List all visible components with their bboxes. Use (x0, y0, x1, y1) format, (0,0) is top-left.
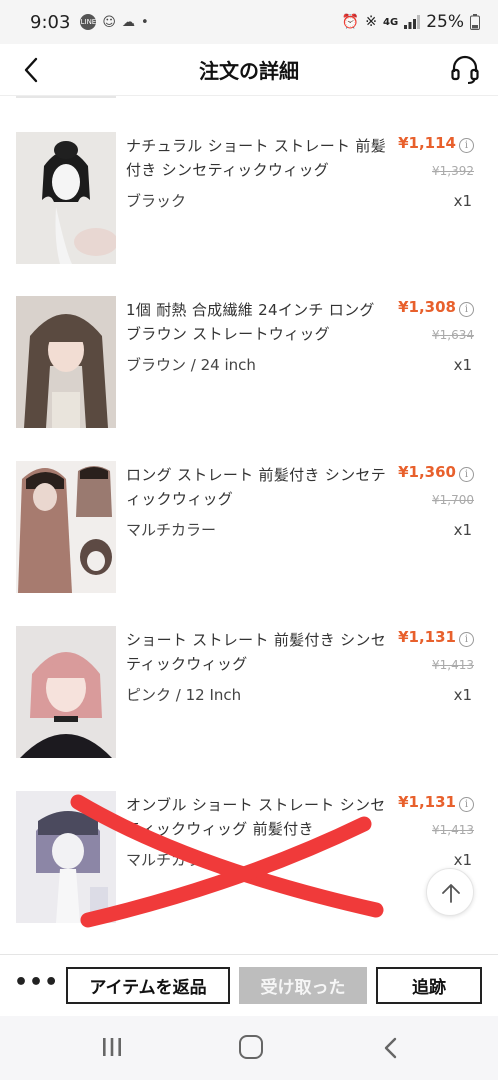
item-variant: マルチカラー (126, 521, 217, 539)
system-icons: ⏰ ※ 4G 25% (342, 12, 480, 32)
item-quantity: x1 (453, 851, 472, 869)
product-thumbnail[interactable] (16, 132, 116, 264)
product-thumbnail[interactable] (16, 626, 116, 758)
scroll-to-top-button[interactable] (426, 868, 474, 916)
home-icon[interactable] (239, 1035, 263, 1059)
item-price: ¥1,131 (398, 628, 456, 646)
order-item[interactable]: オンブル ショート ストレート シンセティックウィッグ 前髪付き ¥1,131 … (0, 791, 498, 931)
item-quantity: x1 (453, 356, 472, 374)
customer-support-button[interactable] (450, 54, 480, 86)
order-item[interactable]: ロング ストレート 前髪付き シンセティックウィッグ ¥1,360 i ¥1,7… (0, 461, 498, 601)
item-original-price: ¥1,413 (432, 823, 474, 837)
item-variant: ブラウン / 24 inch (126, 356, 256, 374)
item-title: オンブル ショート ストレート シンセティックウィッグ 前髪付き (126, 796, 386, 838)
item-title: 1個 耐熱 合成繊維 24インチ ロング ブラウン ストレートウィッグ (126, 301, 375, 343)
line-app-icon: LINE (80, 14, 97, 30)
order-item-list[interactable]: ナチュラル ショート ストレート 前髪付き シンセティックウィッグ ¥1,114… (0, 96, 498, 954)
more-options-button[interactable]: ••• (14, 972, 59, 994)
item-price: ¥1,308 (398, 298, 456, 316)
track-order-button[interactable]: 追跡 (376, 967, 482, 1004)
arrow-up-icon (442, 884, 460, 903)
order-item[interactable]: ナチュラル ショート ストレート 前髪付き シンセティックウィッグ ¥1,114… (0, 132, 498, 272)
status-bar: 9:03 LINE ☺ ☁ • ⏰ ※ 4G 25% (0, 0, 498, 44)
item-original-price: ¥1,392 (432, 164, 474, 178)
order-item[interactable]: 1個 耐熱 合成繊維 24インチ ロング ブラウン ストレートウィッグ ¥1,3… (0, 296, 498, 436)
item-price: ¥1,114 (398, 134, 456, 152)
cloud-icon: ☁ (121, 14, 135, 30)
status-time: 9:03 (30, 11, 71, 33)
confirm-received-button[interactable]: 受け取った (239, 967, 367, 1004)
page-title: 注文の詳細 (199, 59, 299, 83)
info-icon[interactable]: i (459, 467, 474, 482)
product-thumbnail[interactable] (16, 791, 116, 923)
item-title: ロング ストレート 前髪付き シンセティックウィッグ (126, 466, 387, 508)
bluetooth-icon: ※ (365, 14, 378, 30)
previous-item-thumbnail-edge (16, 96, 116, 98)
product-thumbnail[interactable] (16, 296, 116, 428)
item-variant: ピンク / 12 Inch (126, 686, 242, 704)
item-variant: ブラック (126, 192, 187, 210)
return-item-button[interactable]: アイテムを返品 (66, 967, 230, 1004)
headset-icon (451, 55, 479, 84)
notification-icons: LINE ☺ ☁ • (80, 14, 149, 30)
item-quantity: x1 (453, 521, 472, 539)
system-navigation-bar (0, 1016, 498, 1080)
header: 注文の詳細 (0, 44, 498, 96)
order-action-bar: ••• アイテムを返品 受け取った 追跡 (0, 954, 498, 1016)
battery-icon (470, 14, 480, 30)
recents-icon[interactable] (101, 1036, 123, 1058)
item-title: ショート ストレート 前髪付き シンセティックウィッグ (126, 631, 387, 673)
info-icon[interactable]: i (459, 302, 474, 317)
battery-percent: 25% (426, 12, 464, 32)
item-quantity: x1 (453, 686, 472, 704)
item-original-price: ¥1,700 (432, 493, 474, 507)
item-variant: マルチカラー (126, 851, 217, 869)
info-icon[interactable]: i (459, 632, 474, 647)
bird-icon: ☺ (102, 14, 116, 30)
item-quantity: x1 (453, 192, 472, 210)
item-title: ナチュラル ショート ストレート 前髪付き シンセティックウィッグ (126, 137, 387, 179)
item-price: ¥1,131 (398, 793, 456, 811)
info-icon[interactable]: i (459, 138, 474, 153)
item-original-price: ¥1,634 (432, 328, 474, 342)
back-button[interactable] (18, 56, 46, 84)
item-price: ¥1,360 (398, 463, 456, 481)
back-icon (24, 57, 38, 83)
dot-icon: • (140, 14, 149, 30)
order-item[interactable]: ショート ストレート 前髪付き シンセティックウィッグ ¥1,131 i ¥1,… (0, 626, 498, 766)
alarm-icon: ⏰ (341, 14, 360, 30)
network-type-icon: 4G (383, 16, 399, 28)
nav-back-icon[interactable] (380, 1036, 402, 1060)
signal-icon (404, 15, 421, 29)
item-original-price: ¥1,413 (432, 658, 474, 672)
info-icon[interactable]: i (459, 797, 474, 812)
product-thumbnail[interactable] (16, 461, 116, 593)
